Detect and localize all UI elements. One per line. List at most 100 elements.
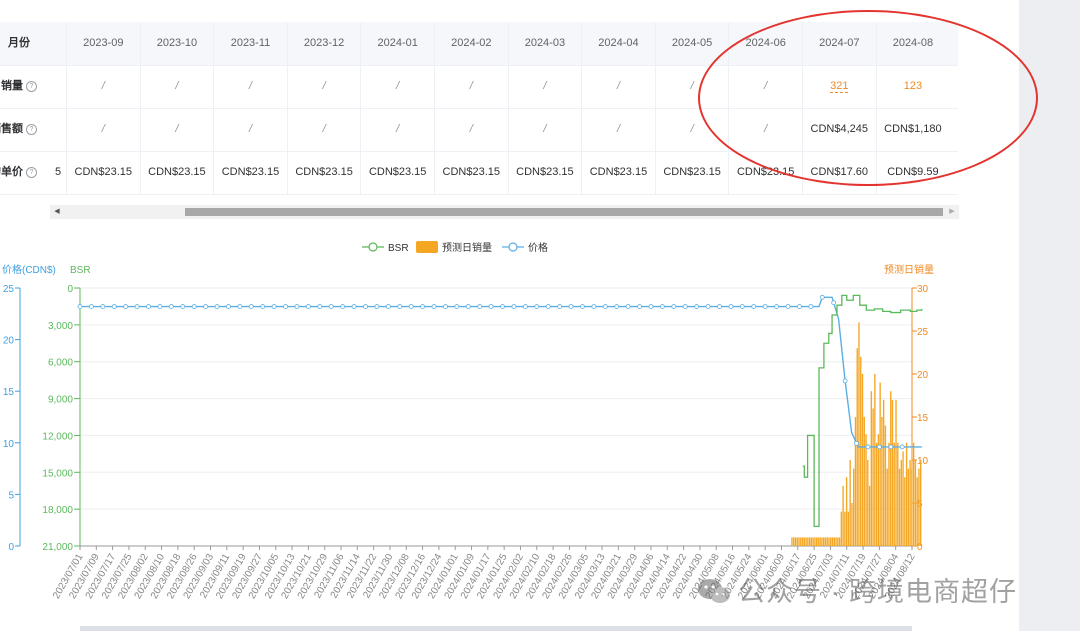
help-icon[interactable]: ? xyxy=(26,81,37,92)
sales-bar xyxy=(838,537,841,546)
price-point xyxy=(248,304,254,309)
price-point xyxy=(271,304,277,309)
month-header-label: 月份 xyxy=(8,37,30,49)
avg-price-cell: CDN$9.59 xyxy=(875,151,950,194)
avg-price-cell: CDN$23.15 xyxy=(360,151,434,194)
table-header-row: 月份 2023-09 2023-10 2023-11 2023-12 2024-01 20… xyxy=(0,22,958,66)
price-point xyxy=(385,304,391,309)
price-point xyxy=(89,304,94,309)
price-point xyxy=(134,304,140,309)
sales-bar xyxy=(861,374,864,546)
revenue-cell: / xyxy=(66,108,140,151)
sales-bar xyxy=(853,468,855,546)
price-point xyxy=(705,304,711,309)
sales-tick-label: 15 xyxy=(917,413,929,424)
monthly-sales-cell: / xyxy=(654,65,729,108)
price-point xyxy=(808,304,814,309)
price-point xyxy=(774,304,779,309)
bsr-axis-title: BSR xyxy=(70,265,91,276)
price-point xyxy=(522,304,528,309)
bsr-tick-label: 12,000 xyxy=(42,431,73,442)
sales-bar xyxy=(796,537,798,546)
revenue-cell: / xyxy=(213,108,287,151)
price-point xyxy=(648,304,654,309)
price-point xyxy=(203,304,209,309)
monthly-sales-cell: / xyxy=(286,65,361,108)
price-tick-label: 15 xyxy=(3,387,15,398)
bsr-tick-label: 18,000 xyxy=(42,505,73,516)
avg-price-cell: CDN$23.15 xyxy=(286,151,361,194)
price-point xyxy=(111,304,117,309)
price-point xyxy=(717,304,722,309)
sales-bar xyxy=(810,537,813,546)
price-point xyxy=(797,304,802,309)
help-icon[interactable]: ? xyxy=(26,124,37,135)
price-tick-label: 10 xyxy=(3,439,15,450)
price-point xyxy=(888,444,894,450)
bsr-tick-label: 9,000 xyxy=(48,395,73,406)
legend-bsr-marker xyxy=(368,242,378,252)
price-point xyxy=(488,304,494,309)
avg-price-cell: CDN$23.15 xyxy=(213,151,287,194)
monthly-sales-cell[interactable]: 123 xyxy=(875,65,950,108)
sales-bar xyxy=(911,468,913,546)
scrollbar-thumb[interactable] xyxy=(185,208,943,216)
price-point xyxy=(819,294,825,300)
price-point xyxy=(785,304,791,309)
month-header-cell: 2023-12 xyxy=(286,22,361,65)
help-icon[interactable]: ? xyxy=(26,167,37,178)
avg-price-cell: CDN$17.60 xyxy=(802,151,876,194)
sales-tick-label: 25 xyxy=(917,327,929,338)
sales-bar xyxy=(879,382,881,546)
sales-bar xyxy=(793,537,795,546)
table-row-avg-price: 均单价? 5 CDN$23.15CDN$23.15CDN$23.15CDN$23… xyxy=(0,151,958,195)
price-point xyxy=(511,304,517,309)
sales-bar xyxy=(860,356,862,546)
bsr-tick-label: 21,000 xyxy=(42,542,73,553)
sales-bar xyxy=(890,391,892,546)
scroll-left-icon[interactable]: ◀ xyxy=(50,205,64,219)
monthly-sales-cell: / xyxy=(581,65,655,108)
monthly-sales-cell: / xyxy=(728,65,802,108)
month-header-cell: 2024-08 xyxy=(875,22,950,65)
month-header-cell: 2024-05 xyxy=(654,22,729,65)
table-row-monthly-sales: 月销量? //////////321123 xyxy=(0,65,958,109)
sales-bar xyxy=(881,417,883,546)
scroll-right-icon[interactable]: ▶ xyxy=(945,205,959,219)
sales-bar xyxy=(844,511,846,546)
sales-bar xyxy=(907,468,910,546)
avg-price-cell: CDN$23.15 xyxy=(728,151,802,194)
revenue-cell: / xyxy=(360,108,434,151)
row-label-text: 月销量 xyxy=(0,80,23,92)
sales-bar xyxy=(882,399,885,546)
avg-price-cell: CDN$23.15 xyxy=(507,151,582,194)
price-point xyxy=(545,304,551,309)
price-point xyxy=(854,440,859,446)
price-point xyxy=(363,304,368,309)
bsr-tick-label: 0 xyxy=(67,284,73,295)
sales-bar xyxy=(886,468,888,546)
sales-bar xyxy=(814,537,816,546)
revenue-cell: / xyxy=(728,108,802,151)
sales-tick-label: 20 xyxy=(917,370,929,381)
sales-bar xyxy=(835,537,837,546)
price-point xyxy=(77,304,83,309)
sales-bar xyxy=(895,399,897,546)
price-point xyxy=(374,304,380,309)
sales-tick-label: 0 xyxy=(917,542,923,553)
sales-bar xyxy=(905,442,908,546)
row-label-text: 销售额 xyxy=(0,123,23,135)
price-point xyxy=(317,304,323,309)
chart-scrollbar[interactable] xyxy=(80,626,912,631)
legend-bsr-label: BSR xyxy=(388,243,409,254)
sales-bar xyxy=(801,537,804,546)
month-header-cell: 2023-10 xyxy=(139,22,214,65)
sales-bar xyxy=(920,460,922,546)
sales-bar xyxy=(891,399,894,546)
table-horizontal-scrollbar[interactable]: ◀ ▶ xyxy=(50,205,959,219)
price-axis-title: 价格(CDN$) xyxy=(2,263,56,276)
sales-bar xyxy=(909,460,911,546)
sales-bar xyxy=(800,537,802,546)
monthly-sales-cell[interactable]: 321 xyxy=(802,65,876,108)
avg-price-cell: CDN$23.15 xyxy=(434,151,508,194)
